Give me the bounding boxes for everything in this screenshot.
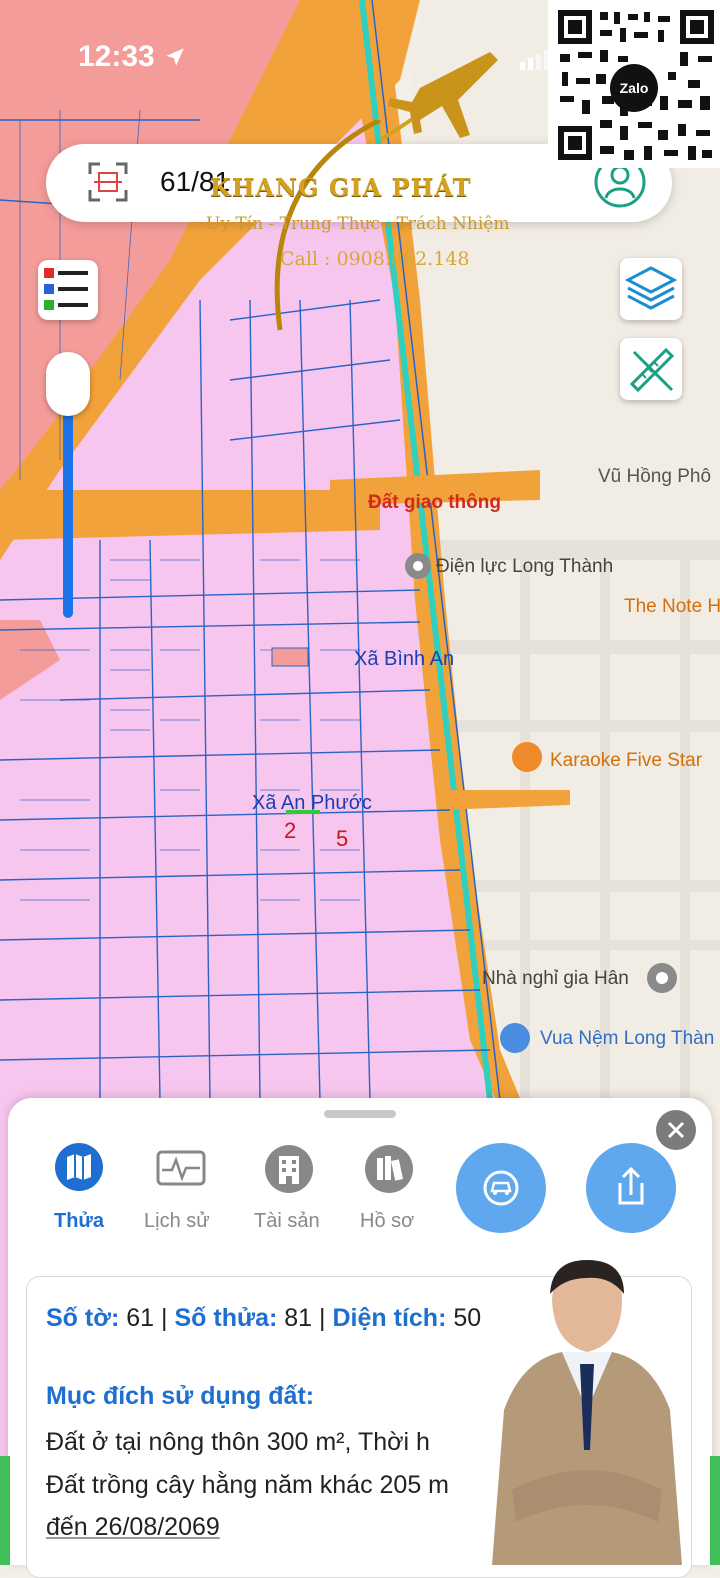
- parcel-number-value: 81: [284, 1304, 313, 1332]
- tab-ho-so[interactable]: [364, 1144, 414, 1194]
- tab-ho-so-label[interactable]: Hồ sơ: [360, 1210, 414, 1233]
- commune-label-an-phuoc: Xã An Phước: [252, 792, 372, 814]
- measure-button[interactable]: [620, 338, 682, 400]
- tab-lich-su[interactable]: [156, 1146, 206, 1192]
- sheet-number-value: 61: [126, 1304, 155, 1332]
- poi-label-the-note[interactable]: The Note H: [624, 596, 720, 618]
- land-use-label: Đất giao thông: [368, 492, 501, 513]
- legend-icon: [44, 268, 88, 310]
- commune-label-binh-an: Xã Bình An: [354, 648, 455, 670]
- land-use-line: đến 26/08/2069: [46, 1513, 220, 1541]
- poi-label-nha-nghi[interactable]: Nhà nghỉ gia Hân: [482, 968, 629, 990]
- separator: |: [319, 1304, 326, 1332]
- status-time: 12:33: [78, 40, 155, 73]
- layers-button[interactable]: [620, 258, 682, 320]
- land-use-line: Đất trồng cây hằng năm khác 205 m: [46, 1471, 450, 1499]
- advertiser-photo: [492, 1260, 682, 1565]
- area-label: Diện tích:: [332, 1304, 447, 1332]
- opacity-slider-thumb[interactable]: [46, 352, 90, 416]
- land-use-line: Đất ở tại nông thôn 300 m², Thời h: [46, 1428, 430, 1456]
- car-icon: [483, 1170, 519, 1206]
- map-icon: [55, 1143, 103, 1191]
- slogan-watermark: Uy Tín - Trung Thực - Trách Nhiệm: [206, 214, 510, 234]
- sheet-grabber[interactable]: [324, 1110, 396, 1118]
- directions-button[interactable]: [456, 1143, 546, 1233]
- opacity-slider-track[interactable]: [63, 390, 73, 618]
- share-icon: [618, 1166, 644, 1205]
- background-edge: [710, 1456, 720, 1565]
- close-icon: [667, 1121, 685, 1139]
- separator: |: [161, 1304, 168, 1332]
- legend-button[interactable]: [38, 260, 98, 320]
- poi-label-dien-luc[interactable]: Điện lực Long Thành: [436, 556, 613, 578]
- poi-label-karaoke[interactable]: Karaoke Five Star: [550, 750, 702, 772]
- tab-tai-san-label[interactable]: Tài sản: [254, 1210, 320, 1233]
- phone-watermark: Call : 0908.862.148: [280, 248, 470, 270]
- land-use-heading: Mục đích sử dụng đất:: [46, 1382, 315, 1410]
- location-arrow-icon: [166, 48, 184, 66]
- tab-tai-san[interactable]: [264, 1144, 314, 1194]
- tab-thua[interactable]: [54, 1142, 106, 1194]
- qr-scan-icon[interactable]: [88, 162, 128, 202]
- layers-icon: [624, 266, 678, 310]
- parcel-summary: Số tờ: 61 | Số thửa: 81 | Diện tích: 50: [46, 1304, 481, 1333]
- tab-lich-su-label[interactable]: Lịch sử: [144, 1210, 210, 1233]
- background-edge: [0, 1456, 10, 1565]
- poi-label-vua-nem[interactable]: Vua Nệm Long Thàn: [540, 1028, 714, 1050]
- records-icon: [365, 1145, 413, 1193]
- road-label-vu-hong-pho: Vũ Hồng Phô: [598, 466, 712, 487]
- parcel-number-label: Số thửa:: [174, 1304, 278, 1332]
- building-icon: [265, 1145, 313, 1193]
- sheet-number-label: Số tờ:: [46, 1304, 120, 1332]
- parcel-number[interactable]: 5: [336, 826, 348, 852]
- brand-watermark: KHANG GIA PHÁT: [210, 173, 472, 202]
- parcel-number[interactable]: 2: [284, 818, 296, 844]
- ruler-pencil-icon: [629, 347, 675, 393]
- tab-thua-label[interactable]: Thửa: [54, 1210, 104, 1233]
- area-value: 50: [453, 1304, 482, 1332]
- zalo-badge: Zalo: [610, 64, 658, 112]
- history-icon: [156, 1150, 206, 1186]
- share-button[interactable]: [586, 1143, 676, 1233]
